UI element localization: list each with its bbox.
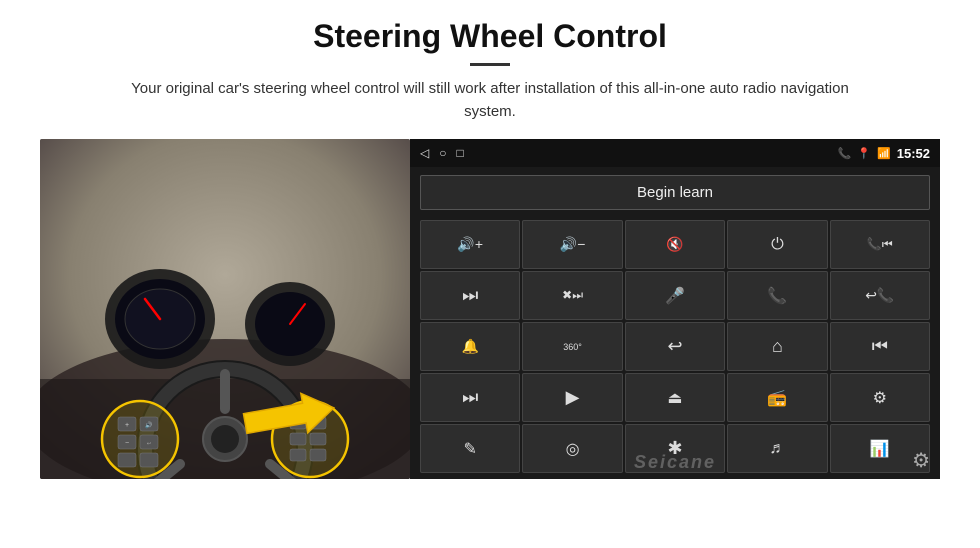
ctrl-btn-18[interactable]: 📻 bbox=[727, 373, 827, 422]
android-screen: ◁ ○ □ 📞 📍 📶 15:52 Begin learn bbox=[410, 139, 940, 479]
svg-text:↩: ↩ bbox=[147, 441, 151, 447]
home-nav-icon[interactable]: ○ bbox=[439, 146, 446, 160]
ctrl-btn-3[interactable]: ⏻ bbox=[727, 220, 827, 269]
begin-learn-row: Begin learn bbox=[410, 167, 940, 218]
ctrl-btn-6[interactable]: ✖⏭ bbox=[522, 271, 622, 320]
ctrl-btn-13[interactable]: ⌂ bbox=[727, 322, 827, 371]
car-image: + 🔊 − ↩ bbox=[40, 139, 410, 479]
page-subtitle: Your original car's steering wheel contr… bbox=[110, 78, 870, 123]
location-icon: 📍 bbox=[857, 147, 871, 160]
ctrl-btn-5[interactable]: ⏭ bbox=[420, 271, 520, 320]
ctrl-btn-22[interactable]: ✱ bbox=[625, 424, 725, 473]
svg-text:+: + bbox=[125, 422, 129, 429]
status-right: 📞 📍 📶 15:52 bbox=[838, 146, 930, 161]
controls-grid: 🔊+🔊−🔇⏻📞⏮⏭✖⏭🎤📞↩📞🔔360°↩⌂⏮⏭▶⏏📻⚙✎◎✱♬📊 bbox=[410, 218, 940, 479]
status-bar: ◁ ○ □ 📞 📍 📶 15:52 bbox=[410, 139, 940, 167]
recent-nav-icon[interactable]: □ bbox=[456, 146, 463, 160]
begin-learn-button[interactable]: Begin learn bbox=[420, 175, 930, 210]
ctrl-btn-11[interactable]: 360° bbox=[522, 322, 622, 371]
ctrl-btn-15[interactable]: ⏭ bbox=[420, 373, 520, 422]
clock: 15:52 bbox=[897, 146, 930, 161]
ctrl-btn-1[interactable]: 🔊− bbox=[522, 220, 622, 269]
ctrl-btn-2[interactable]: 🔇 bbox=[625, 220, 725, 269]
ctrl-btn-8[interactable]: 📞 bbox=[727, 271, 827, 320]
ctrl-btn-17[interactable]: ⏏ bbox=[625, 373, 725, 422]
phone-icon: 📞 bbox=[838, 147, 852, 160]
ctrl-btn-19[interactable]: ⚙ bbox=[830, 373, 930, 422]
ctrl-btn-21[interactable]: ◎ bbox=[522, 424, 622, 473]
ctrl-btn-7[interactable]: 🎤 bbox=[625, 271, 725, 320]
page-title: Steering Wheel Control bbox=[313, 18, 667, 55]
ctrl-btn-14[interactable]: ⏮ bbox=[830, 322, 930, 371]
gear-settings-icon[interactable]: ⚙ bbox=[912, 448, 930, 473]
android-screen-wrapper: ◁ ○ □ 📞 📍 📶 15:52 Begin learn bbox=[410, 139, 940, 479]
wifi-icon: 📶 bbox=[877, 147, 891, 160]
title-divider bbox=[470, 63, 510, 66]
status-left: ◁ ○ □ bbox=[420, 146, 464, 160]
car-illustration: + 🔊 − ↩ bbox=[40, 139, 410, 479]
page-container: Steering Wheel Control Your original car… bbox=[0, 0, 980, 548]
content-row: + 🔊 − ↩ bbox=[40, 139, 940, 479]
ctrl-btn-16[interactable]: ▶ bbox=[522, 373, 622, 422]
ctrl-btn-4[interactable]: 📞⏮ bbox=[830, 220, 930, 269]
ctrl-btn-9[interactable]: ↩📞 bbox=[830, 271, 930, 320]
ctrl-btn-0[interactable]: 🔊+ bbox=[420, 220, 520, 269]
svg-text:−: − bbox=[125, 440, 129, 447]
ctrl-btn-10[interactable]: 🔔 bbox=[420, 322, 520, 371]
svg-text:🔊: 🔊 bbox=[145, 421, 153, 429]
ctrl-btn-20[interactable]: ✎ bbox=[420, 424, 520, 473]
ctrl-btn-12[interactable]: ↩ bbox=[625, 322, 725, 371]
ctrl-btn-23[interactable]: ♬ bbox=[727, 424, 827, 473]
back-nav-icon[interactable]: ◁ bbox=[420, 146, 429, 160]
